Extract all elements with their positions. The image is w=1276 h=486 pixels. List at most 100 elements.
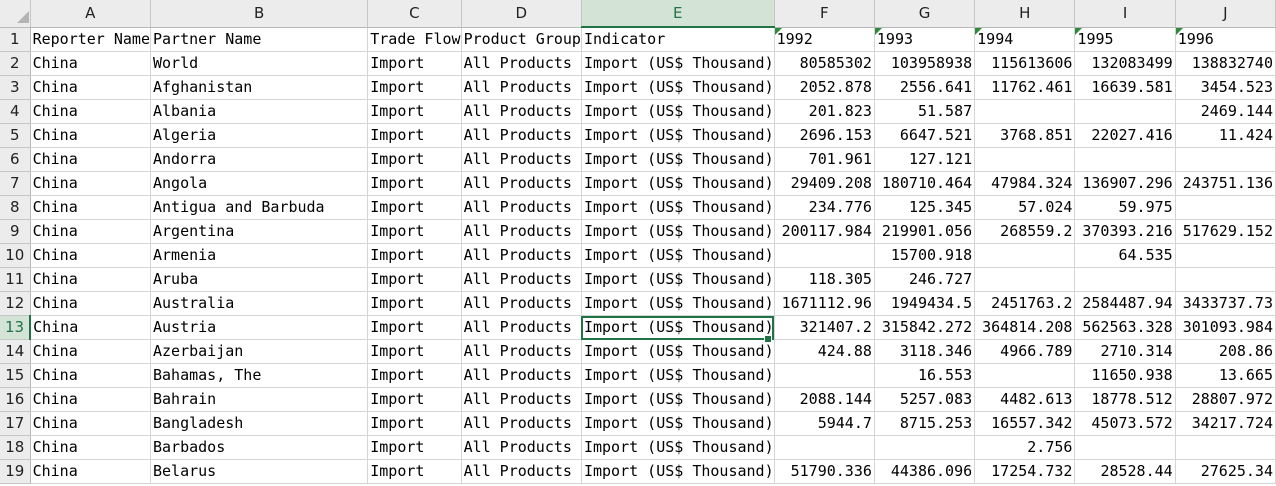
column-header-d[interactable]: D (461, 0, 582, 28)
cell-b8[interactable]: Antigua and Barbuda (150, 195, 369, 220)
cell-e7[interactable]: Import (US$ Thousand) (581, 171, 775, 196)
cell-c17[interactable]: Import (367, 411, 462, 436)
cell-e3[interactable]: Import (US$ Thousand) (581, 75, 775, 100)
column-header-j[interactable]: J (1175, 0, 1276, 28)
cell-i15[interactable]: 11650.938 (1074, 363, 1176, 388)
cell-i17[interactable]: 45073.572 (1074, 411, 1176, 436)
cell-e17[interactable]: Import (US$ Thousand) (581, 411, 775, 436)
cell-j16[interactable]: 28807.972 (1175, 387, 1276, 412)
cell-e11[interactable]: Import (US$ Thousand) (581, 267, 775, 292)
row-header[interactable]: 7 (0, 171, 31, 196)
row-header[interactable]: 5 (0, 123, 31, 148)
cell-j6[interactable] (1175, 147, 1276, 172)
cell-e13[interactable]: Import (US$ Thousand) (581, 315, 775, 340)
cell-j19[interactable]: 27625.34 (1175, 459, 1276, 484)
cell-j7[interactable]: 243751.136 (1175, 171, 1276, 196)
cell-g5[interactable]: 6647.521 (874, 123, 976, 148)
cell-f3[interactable]: 2052.878 (774, 75, 875, 100)
cell-f19[interactable]: 51790.336 (774, 459, 875, 484)
row-header[interactable]: 3 (0, 75, 31, 100)
cell-h5[interactable]: 3768.851 (974, 123, 1076, 148)
cell-b10[interactable]: Armenia (150, 243, 369, 268)
cell-b1[interactable]: Partner Name (150, 27, 369, 52)
cell-a13[interactable]: China (30, 315, 151, 340)
cell-d4[interactable]: All Products (461, 99, 582, 124)
cell-c11[interactable]: Import (367, 267, 462, 292)
cell-b6[interactable]: Andorra (150, 147, 369, 172)
cell-g9[interactable]: 219901.056 (874, 219, 976, 244)
row-header[interactable]: 1 (0, 27, 31, 52)
cell-j8[interactable] (1175, 195, 1276, 220)
cell-a12[interactable]: China (30, 291, 151, 316)
cell-c15[interactable]: Import (367, 363, 462, 388)
cell-f18[interactable] (774, 435, 875, 460)
cell-f8[interactable]: 234.776 (774, 195, 875, 220)
cell-e6[interactable]: Import (US$ Thousand) (581, 147, 775, 172)
cell-f15[interactable] (774, 363, 875, 388)
cell-e8[interactable]: Import (US$ Thousand) (581, 195, 775, 220)
cell-g3[interactable]: 2556.641 (874, 75, 976, 100)
cell-d8[interactable]: All Products (461, 195, 582, 220)
cell-g18[interactable] (874, 435, 976, 460)
cell-a5[interactable]: China (30, 123, 151, 148)
cell-g2[interactable]: 103958938 (874, 51, 976, 76)
cell-c6[interactable]: Import (367, 147, 462, 172)
cell-d6[interactable]: All Products (461, 147, 582, 172)
row-header[interactable]: 9 (0, 219, 31, 244)
cell-a18[interactable]: China (30, 435, 151, 460)
cell-j15[interactable]: 13.665 (1175, 363, 1276, 388)
cell-a1[interactable]: Reporter Name (30, 27, 151, 52)
cell-a6[interactable]: China (30, 147, 151, 172)
cell-c18[interactable]: Import (367, 435, 462, 460)
cell-c5[interactable]: Import (367, 123, 462, 148)
cell-j12[interactable]: 3433737.73 (1175, 291, 1276, 316)
cell-f12[interactable]: 1671112.96 (774, 291, 875, 316)
cell-d18[interactable]: All Products (461, 435, 582, 460)
column-header-a[interactable]: A (30, 0, 151, 28)
row-header[interactable]: 4 (0, 99, 31, 124)
cell-table[interactable]: A B C D E F G H I J 1 Reporter Name Partner Name Trad… (0, 0, 1276, 484)
cell-j14[interactable]: 208.86 (1175, 339, 1276, 364)
row-header[interactable]: 15 (0, 363, 31, 388)
cell-c10[interactable]: Import (367, 243, 462, 268)
cell-h12[interactable]: 2451763.2 (974, 291, 1076, 316)
cell-f7[interactable]: 29409.208 (774, 171, 875, 196)
cell-g16[interactable]: 5257.083 (874, 387, 976, 412)
cell-f1[interactable]: 1992 (774, 27, 875, 52)
cell-b5[interactable]: Algeria (150, 123, 369, 148)
cell-c12[interactable]: Import (367, 291, 462, 316)
row-header[interactable]: 19 (0, 459, 31, 484)
cell-h15[interactable] (974, 363, 1076, 388)
cell-j11[interactable] (1175, 267, 1276, 292)
cell-i6[interactable] (1074, 147, 1176, 172)
cell-b14[interactable]: Azerbaijan (150, 339, 369, 364)
cell-g19[interactable]: 44386.096 (874, 459, 976, 484)
cell-g11[interactable]: 246.727 (874, 267, 976, 292)
row-header[interactable]: 8 (0, 195, 31, 220)
cell-a8[interactable]: China (30, 195, 151, 220)
cell-a17[interactable]: China (30, 411, 151, 436)
column-header-h[interactable]: H (974, 0, 1076, 28)
cell-d5[interactable]: All Products (461, 123, 582, 148)
cell-g17[interactable]: 8715.253 (874, 411, 976, 436)
cell-g7[interactable]: 180710.464 (874, 171, 976, 196)
cell-g14[interactable]: 3118.346 (874, 339, 976, 364)
cell-e19[interactable]: Import (US$ Thousand) (581, 459, 775, 484)
cell-h11[interactable] (974, 267, 1076, 292)
column-header-f[interactable]: F (774, 0, 875, 28)
cell-e1[interactable]: Indicator (581, 27, 775, 52)
cell-b11[interactable]: Aruba (150, 267, 369, 292)
cell-h17[interactable]: 16557.342 (974, 411, 1076, 436)
cell-j2[interactable]: 138832740 (1175, 51, 1276, 76)
cell-j10[interactable] (1175, 243, 1276, 268)
cell-i10[interactable]: 64.535 (1074, 243, 1176, 268)
cell-j17[interactable]: 34217.724 (1175, 411, 1276, 436)
cell-f9[interactable]: 200117.984 (774, 219, 875, 244)
cell-f13[interactable]: 321407.2 (774, 315, 875, 340)
cell-d17[interactable]: All Products (461, 411, 582, 436)
cell-j9[interactable]: 517629.152 (1175, 219, 1276, 244)
row-header[interactable]: 16 (0, 387, 31, 412)
cell-i7[interactable]: 136907.296 (1074, 171, 1176, 196)
cell-g6[interactable]: 127.121 (874, 147, 976, 172)
cell-g13[interactable]: 315842.272 (874, 315, 976, 340)
